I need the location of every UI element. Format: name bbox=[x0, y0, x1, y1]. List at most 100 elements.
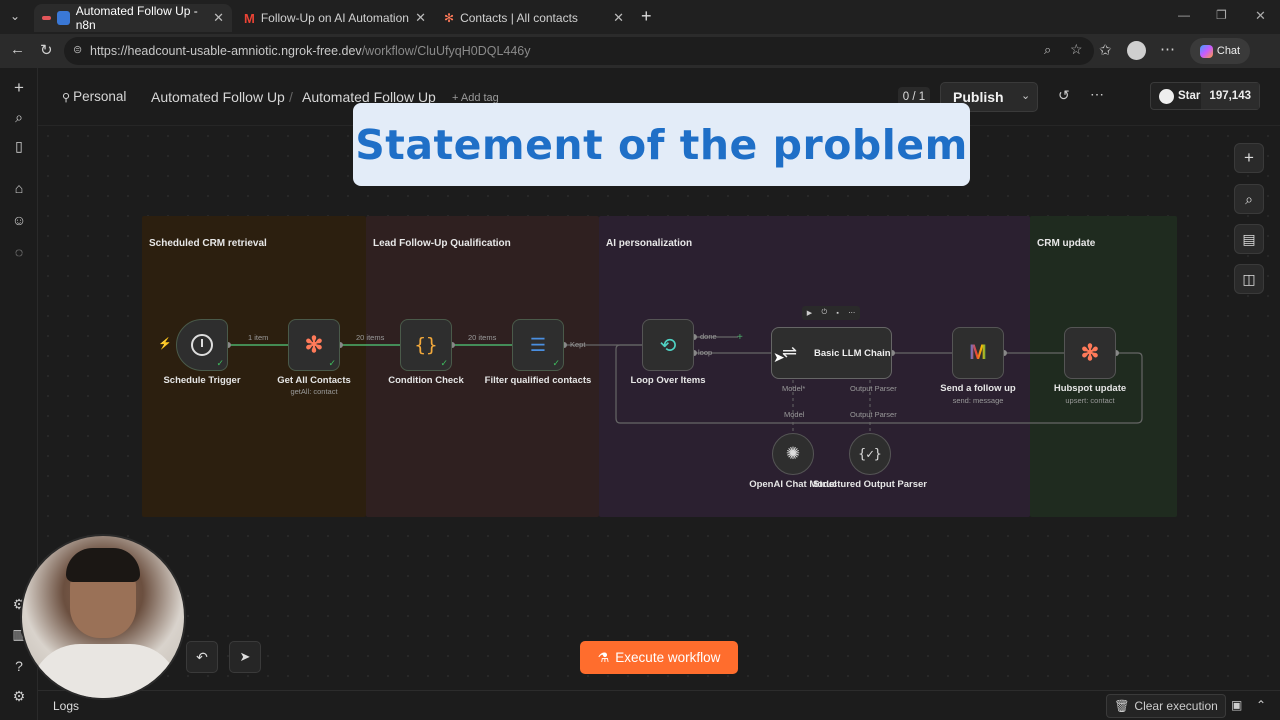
tab-hubspot[interactable]: ✻ Contacts | All contacts ✕ bbox=[436, 4, 632, 32]
logs-tab[interactable]: Logs bbox=[53, 699, 79, 713]
undo-button[interactable]: ↶ bbox=[186, 641, 218, 673]
braces-icon: {✓} bbox=[858, 446, 882, 462]
overlay-title-card: Statement of the problem bbox=[353, 103, 970, 186]
chat-label: Chat bbox=[1216, 45, 1241, 57]
video-favicon-icon bbox=[57, 11, 70, 25]
power-icon[interactable]: ⏻ bbox=[821, 309, 827, 317]
tab-list-chevron-icon[interactable]: ⌄ bbox=[10, 9, 20, 23]
search-icon[interactable]: ⌕ bbox=[9, 107, 29, 127]
back-icon[interactable]: ← bbox=[10, 41, 25, 58]
copilot-chat-button[interactable]: Chat bbox=[1190, 38, 1250, 64]
bookmark-star-icon[interactable]: ☆ bbox=[1070, 41, 1083, 58]
help-icon[interactable]: ? bbox=[9, 656, 29, 676]
braces-icon: {} bbox=[414, 334, 438, 356]
reload-icon[interactable]: ↻ bbox=[40, 41, 53, 59]
node-label: Basic LLM Chain bbox=[814, 348, 891, 359]
wire-label: 20 items bbox=[468, 333, 497, 342]
node-subtitle: upsert: contact bbox=[1065, 396, 1115, 405]
panel-toggle-icon[interactable]: ▯ bbox=[9, 136, 29, 156]
chevron-down-icon[interactable]: ⌄ bbox=[1021, 89, 1030, 102]
node-structured-output-parser[interactable]: {✓} bbox=[849, 433, 891, 475]
node-toolbar: ▶ ⏻ ▪ ⋯ bbox=[802, 306, 860, 320]
maximize-button[interactable]: ❐ bbox=[1216, 8, 1227, 22]
selection-tool-button[interactable]: ➤ bbox=[229, 641, 261, 673]
execute-workflow-button[interactable]: ⚗ Execute workflow bbox=[580, 641, 738, 674]
node-get-all-contacts[interactable]: ✻ ✓ bbox=[288, 319, 340, 371]
node-basic-llm-chain[interactable]: ⇌ Basic LLM Chain bbox=[771, 327, 892, 379]
breadcrumb-folder[interactable]: Automated Follow Up bbox=[151, 89, 285, 105]
n8n-favicon-icon bbox=[42, 16, 52, 20]
close-tab-icon[interactable]: ✕ bbox=[415, 10, 426, 26]
webcam-overlay bbox=[20, 534, 186, 700]
close-window-button[interactable]: ✕ bbox=[1255, 8, 1266, 24]
gmail-favicon-icon: M bbox=[244, 10, 255, 26]
site-info-icon[interactable]: ⊜ bbox=[73, 43, 82, 56]
node-openai-chat-model[interactable]: ✺ bbox=[772, 433, 814, 475]
mouse-cursor-icon: ➤ bbox=[773, 349, 785, 365]
github-icon bbox=[1159, 88, 1174, 104]
image-icon[interactable]: ▣ bbox=[1231, 698, 1242, 712]
history-icon[interactable]: ↺ bbox=[1058, 87, 1070, 104]
close-tab-icon[interactable]: ✕ bbox=[613, 10, 624, 26]
star-count: 197,143 bbox=[1201, 83, 1259, 109]
hubspot-favicon-icon: ✻ bbox=[444, 11, 455, 25]
trigger-bolt-icon: ⚡ bbox=[158, 338, 172, 350]
chat-icon[interactable]: ◌ bbox=[9, 242, 29, 262]
node-label: Hubspot update bbox=[1053, 383, 1127, 394]
clear-label: Clear execution bbox=[1134, 699, 1218, 713]
add-icon[interactable]: + bbox=[9, 78, 29, 98]
sticky-note-button[interactable]: ▤ bbox=[1234, 224, 1264, 254]
wire-label: Kept bbox=[570, 340, 586, 349]
tab-label: Follow-Up on AI Automation Insig bbox=[260, 11, 409, 25]
success-check-icon: ✓ bbox=[552, 358, 560, 368]
personal-label: Personal bbox=[73, 89, 127, 104]
more-options-icon[interactable]: ⋯ bbox=[1090, 86, 1104, 103]
address-bar[interactable]: ⊜ https://headcount-usable-amniotic.ngro… bbox=[64, 37, 1094, 65]
browser-tab-bar: ⌄ Automated Follow Up - n8n ✕ M Follow-U… bbox=[0, 0, 1280, 34]
user-icon[interactable]: ☺ bbox=[9, 210, 29, 230]
node-subtitle: getAll: contact bbox=[290, 387, 338, 396]
url-path: /workflow/CluUfyqH0DQL446y bbox=[361, 44, 531, 58]
node-filter-contacts[interactable]: ☰ ✓ bbox=[512, 319, 564, 371]
node-send-follow-up[interactable]: M bbox=[952, 327, 1004, 379]
node-loop-over-items[interactable]: ⟲ bbox=[642, 319, 694, 371]
github-star-button[interactable]: Star 197,143 bbox=[1150, 82, 1260, 110]
hubspot-icon: ✻ bbox=[1080, 340, 1100, 365]
success-check-icon: ✓ bbox=[440, 358, 448, 368]
zoom-icon[interactable]: ⌕ bbox=[1044, 42, 1051, 58]
add-node-button[interactable]: + bbox=[1234, 143, 1264, 173]
wire-label: done bbox=[700, 332, 717, 341]
favorites-icon[interactable]: ✩ bbox=[1099, 41, 1112, 59]
play-icon[interactable]: ▶ bbox=[807, 309, 812, 317]
node-hubspot-update[interactable]: ✻ bbox=[1064, 327, 1116, 379]
close-tab-icon[interactable]: ✕ bbox=[213, 10, 224, 26]
new-tab-button[interactable]: + bbox=[641, 6, 652, 27]
trash-icon[interactable]: ▪ bbox=[836, 310, 838, 317]
chevron-up-icon[interactable]: ⌃ bbox=[1256, 698, 1266, 712]
execute-label: Execute workflow bbox=[615, 650, 721, 665]
tab-gmail[interactable]: M Follow-Up on AI Automation Insig ✕ bbox=[236, 4, 434, 32]
tab-n8n[interactable]: Automated Follow Up - n8n ✕ bbox=[34, 4, 232, 32]
breadcrumb-separator: / bbox=[289, 89, 293, 105]
settings-icon[interactable]: ⚙ bbox=[9, 686, 29, 706]
loop-icon: ⟲ bbox=[659, 334, 677, 357]
wire-label: Output Parser bbox=[850, 384, 897, 393]
clear-execution-button[interactable]: 🗑 Clear execution bbox=[1106, 694, 1226, 718]
node-condition-check[interactable]: {} ✓ bbox=[400, 319, 452, 371]
canvas-search-button[interactable]: ⌕ bbox=[1234, 184, 1264, 214]
presenter-shirt bbox=[30, 644, 180, 698]
wire-label: Model bbox=[784, 410, 805, 419]
browser-toolbar: ← ↻ ⊜ https://headcount-usable-amniotic.… bbox=[0, 34, 1280, 68]
clock-icon bbox=[191, 334, 213, 356]
minimize-button[interactable]: — bbox=[1178, 8, 1190, 22]
more-icon[interactable]: ⋯ bbox=[848, 309, 855, 317]
filter-icon: ☰ bbox=[529, 335, 547, 355]
wire-label: loop bbox=[698, 348, 713, 357]
node-schedule-trigger[interactable]: ✓ bbox=[176, 319, 228, 371]
workflow-canvas[interactable]: Scheduled CRM retrieval Lead Follow-Up Q… bbox=[38, 126, 1280, 720]
more-menu-icon[interactable]: ⋯ bbox=[1160, 40, 1175, 58]
breadcrumb-personal[interactable]: ⚲ Personal bbox=[62, 89, 126, 104]
panel-button[interactable]: ◫ bbox=[1234, 264, 1264, 294]
profile-avatar[interactable] bbox=[1127, 41, 1146, 60]
home-icon[interactable]: ⌂ bbox=[9, 178, 29, 198]
